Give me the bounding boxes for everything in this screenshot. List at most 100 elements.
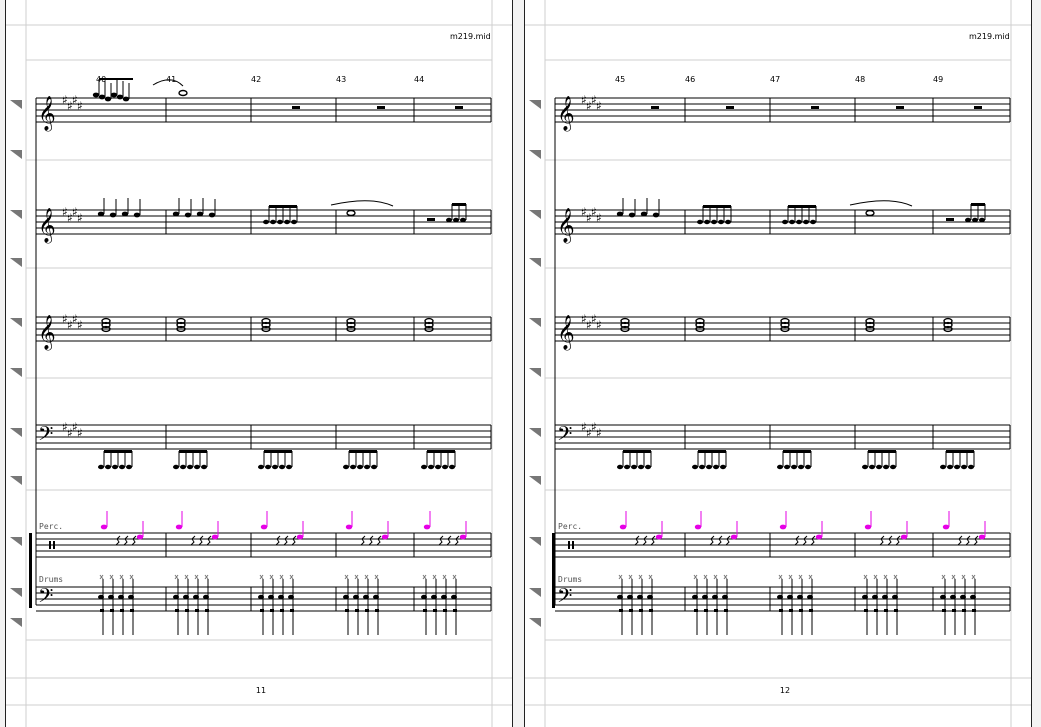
drum-note: [288, 594, 294, 600]
quarter-rest: [957, 535, 963, 546]
beamed-note: [371, 464, 377, 470]
beam: [971, 203, 985, 206]
drum-note: [722, 594, 728, 600]
beamed-note: [270, 219, 276, 225]
beamed-note: [805, 464, 811, 470]
kick-note: [175, 609, 179, 612]
perc-accent-note: [345, 524, 353, 530]
beamed-note: [350, 464, 356, 470]
quarter-rest: [198, 535, 204, 546]
perc-staff-label: Perc.: [39, 522, 63, 531]
staff-collapse-handle-icon[interactable]: [10, 476, 22, 485]
beam: [946, 450, 974, 453]
drum-note: [431, 594, 437, 600]
quarter-rest: [650, 535, 656, 546]
drum-note: [872, 594, 878, 600]
staff-collapse-handle-icon[interactable]: [529, 476, 541, 485]
staff-collapse-handle-icon[interactable]: [529, 618, 541, 627]
staff-collapse-handle-icon[interactable]: [529, 537, 541, 546]
quarter-rest: [794, 535, 800, 546]
beamed-note: [803, 219, 809, 225]
whole-rest: [455, 106, 463, 109]
percussion-clef-icon: [53, 541, 55, 549]
quarter-rest: [725, 535, 731, 546]
staff-collapse-handle-icon[interactable]: [529, 150, 541, 159]
staff-collapse-handle-icon[interactable]: [10, 100, 22, 109]
key-signature-sharp: ♯: [596, 318, 602, 332]
quarter-note: [172, 211, 180, 217]
kick-note: [443, 609, 447, 612]
staff-collapse-handle-icon[interactable]: [10, 150, 22, 159]
beamed-note: [876, 464, 882, 470]
kick-note: [789, 609, 793, 612]
kick-note: [120, 609, 124, 612]
quarter-rest: [810, 535, 816, 546]
quarter-rest: [283, 535, 289, 546]
kick-note: [453, 609, 457, 612]
beam: [99, 78, 133, 80]
beamed-note: [645, 464, 651, 470]
kick-note: [355, 609, 359, 612]
tie: [330, 200, 394, 207]
drums-staff-label: Drums: [558, 575, 582, 584]
beamed-note: [961, 464, 967, 470]
quarter-note: [97, 211, 105, 217]
beamed-note: [789, 219, 795, 225]
perc-accent-note: [655, 534, 663, 540]
staff-collapse-handle-icon[interactable]: [529, 318, 541, 327]
perc-accent-note: [423, 524, 431, 530]
staff-collapse-handle-icon[interactable]: [10, 428, 22, 437]
kick-note: [714, 609, 718, 612]
beamed-note: [890, 464, 896, 470]
melody-note: [116, 94, 124, 100]
drum-note: [421, 594, 427, 600]
beam: [104, 450, 132, 453]
beamed-note: [810, 219, 816, 225]
drum-note: [637, 594, 643, 600]
perc-accent-note: [296, 534, 304, 540]
staff-collapse-handle-icon[interactable]: [10, 618, 22, 627]
staff-collapse-handle-icon[interactable]: [10, 537, 22, 546]
melody-note: [122, 96, 130, 102]
staff-collapse-handle-icon[interactable]: [529, 588, 541, 597]
kick-note: [365, 609, 369, 612]
quarter-rest: [438, 535, 444, 546]
quarter-rest: [709, 535, 715, 546]
drum-bracket: [29, 533, 32, 608]
staff-collapse-handle-icon[interactable]: [529, 368, 541, 377]
staff-collapse-handle-icon[interactable]: [10, 368, 22, 377]
measure-number: 49: [933, 75, 943, 84]
staff-collapse-handle-icon[interactable]: [10, 318, 22, 327]
staff-collapse-handle-icon[interactable]: [10, 210, 22, 219]
beamed-note: [126, 464, 132, 470]
quarter-note: [652, 212, 660, 218]
quarter-note: [640, 211, 648, 217]
drum-note: [353, 594, 359, 600]
page-number: 12: [779, 686, 791, 695]
quarter-rest: [802, 535, 808, 546]
bass-clef-icon: 𝄢: [557, 584, 572, 612]
perc-accent-note: [942, 524, 950, 530]
staff-collapse-handle-icon[interactable]: [10, 588, 22, 597]
staff-collapse-handle-icon[interactable]: [529, 428, 541, 437]
beamed-note: [263, 219, 269, 225]
kick-note: [130, 609, 134, 612]
beamed-note: [119, 464, 125, 470]
quarter-note: [628, 212, 636, 218]
staff-collapse-handle-icon[interactable]: [529, 210, 541, 219]
whole-rest: [974, 106, 982, 109]
beamed-note: [112, 464, 118, 470]
perc-accent-note: [136, 534, 144, 540]
drum-note: [118, 594, 124, 600]
drum-note: [128, 594, 134, 600]
staff-collapse-handle-icon[interactable]: [529, 258, 541, 267]
staff-collapse-handle-icon[interactable]: [10, 258, 22, 267]
beamed-note: [968, 464, 974, 470]
beamed-note: [105, 464, 111, 470]
kick-note: [345, 609, 349, 612]
staff-3: [555, 316, 1011, 342]
quarter-rest: [634, 535, 640, 546]
drum-note: [950, 594, 956, 600]
staff-collapse-handle-icon[interactable]: [529, 100, 541, 109]
kick-note: [884, 609, 888, 612]
